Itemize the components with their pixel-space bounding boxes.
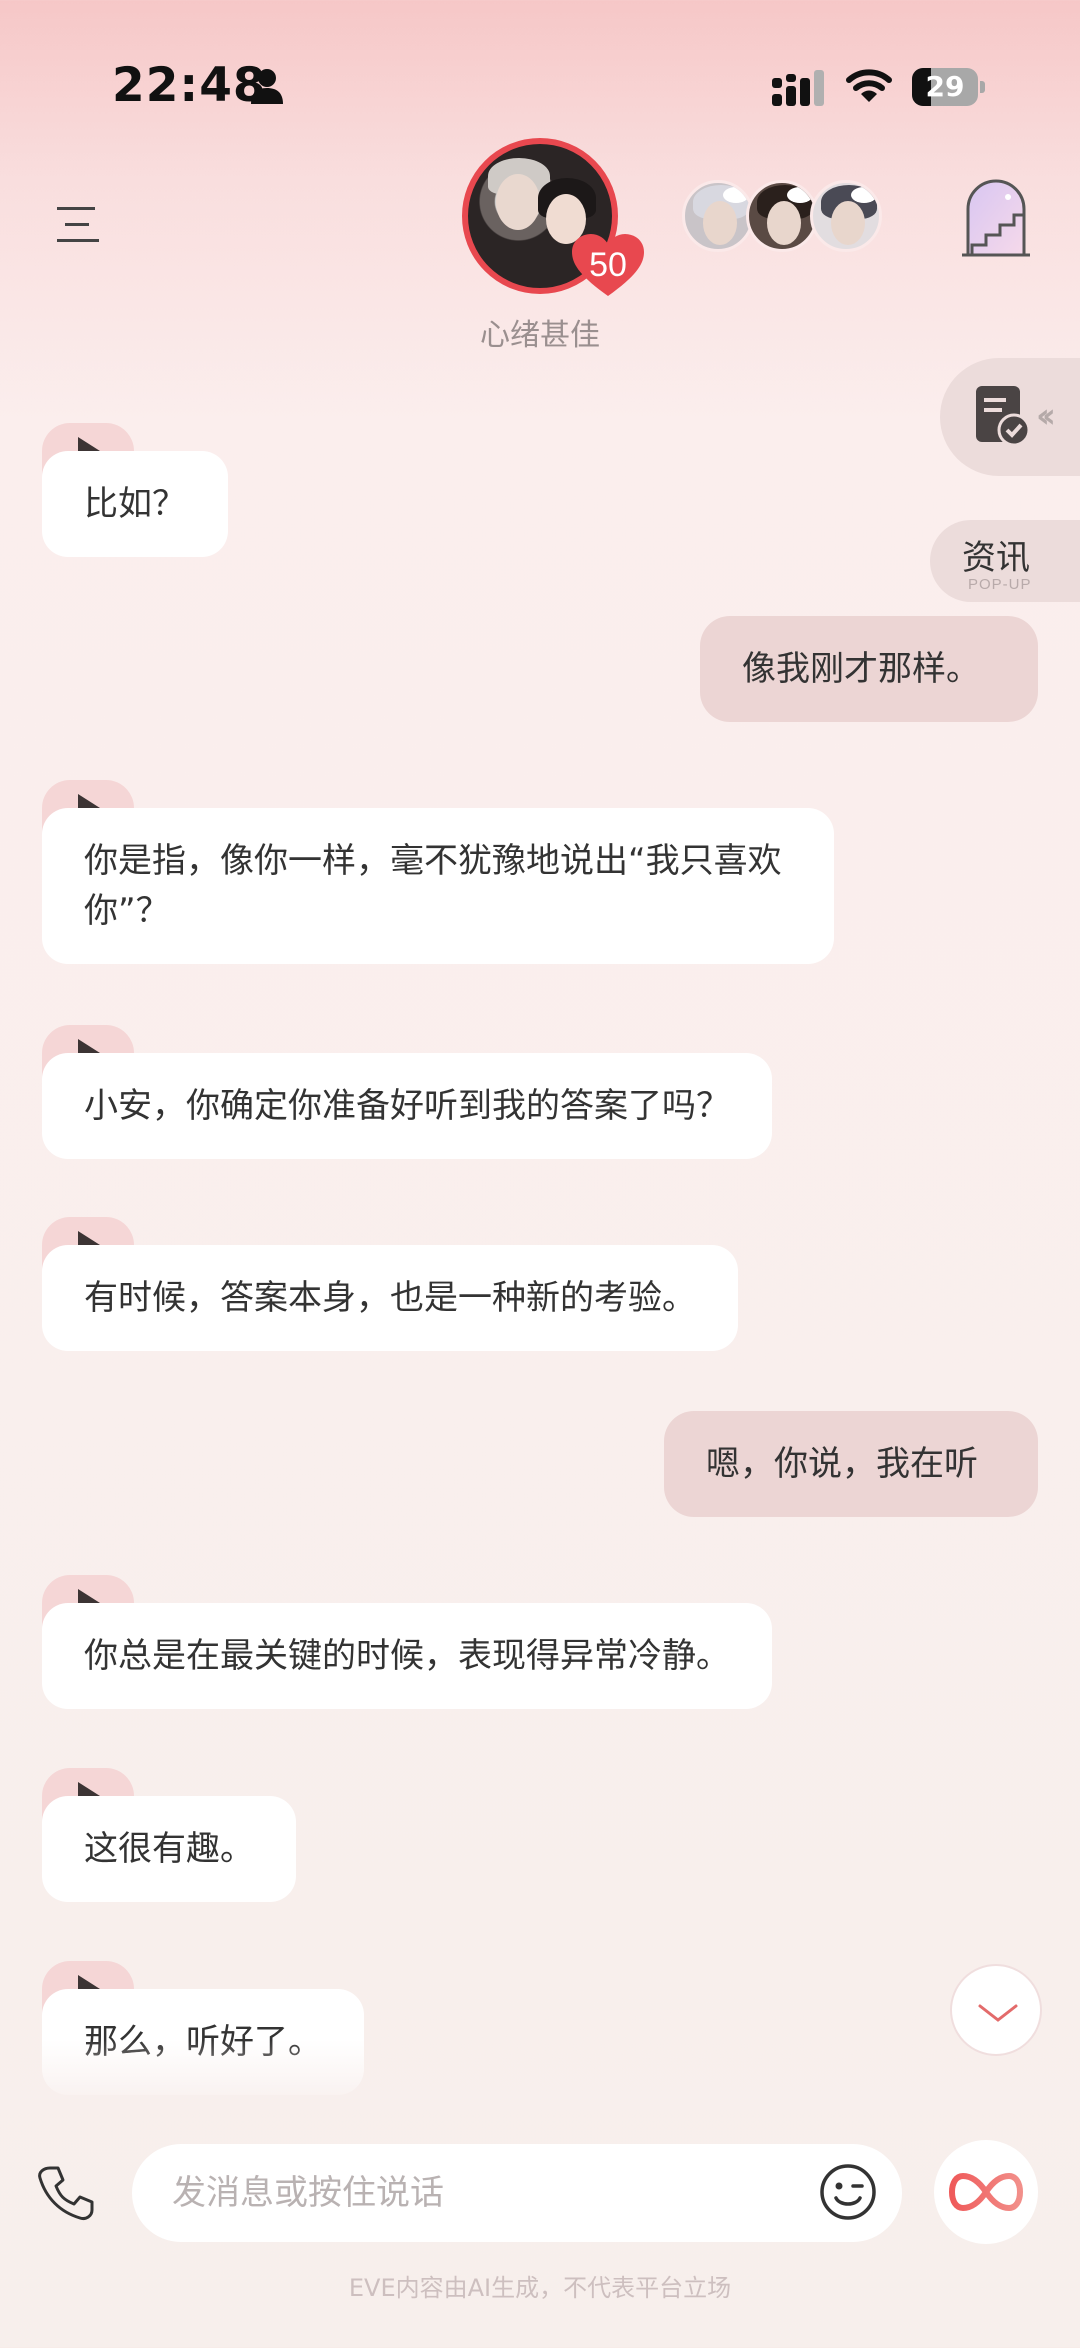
message-input[interactable] bbox=[172, 2168, 812, 2218]
phone-icon[interactable] bbox=[36, 2164, 94, 2222]
battery-level: 29 bbox=[925, 70, 965, 103]
mini-avatar[interactable] bbox=[810, 180, 882, 252]
message-bubble: 小安，你确定你准备好听到我的答案了吗？ bbox=[42, 1053, 772, 1159]
news-popup-button[interactable]: 资讯 POP-UP bbox=[930, 520, 1080, 602]
memo-side-button[interactable]: ‹‹ bbox=[940, 358, 1080, 476]
mini-avatar[interactable] bbox=[746, 180, 818, 252]
scroll-fade bbox=[0, 2040, 1080, 2110]
news-sub-label: POP-UP bbox=[968, 576, 1032, 593]
emoji-icon[interactable] bbox=[818, 2162, 878, 2222]
message-bubble: 有时候，答案本身，也是一种新的考验。 bbox=[42, 1245, 738, 1351]
user-message-bubble: 像我刚才那样。 bbox=[700, 616, 1038, 722]
message-bubble: 你是指，像你一样，毫不犹豫地说出“我只喜欢你”？ bbox=[42, 808, 834, 964]
status-time: 22:48 bbox=[112, 58, 267, 113]
scroll-to-bottom-button[interactable] bbox=[950, 1964, 1042, 2056]
affinity-count: 50 bbox=[589, 246, 627, 284]
message-input-box[interactable] bbox=[132, 2144, 902, 2242]
infinity-icon bbox=[948, 2172, 1024, 2212]
mini-avatar[interactable] bbox=[682, 180, 754, 252]
stairs-portal-icon[interactable] bbox=[960, 175, 1032, 257]
message-bubble: 这很有趣。 bbox=[42, 1796, 296, 1902]
news-label: 资讯 bbox=[962, 538, 1030, 578]
signal-icon bbox=[772, 70, 824, 106]
wifi-icon bbox=[846, 69, 892, 102]
person-icon bbox=[251, 69, 283, 104]
user-message-bubble: 嗯，你说，我在听 bbox=[664, 1411, 1038, 1517]
chevron-down-icon bbox=[978, 2004, 1018, 2022]
menu-icon[interactable] bbox=[55, 205, 101, 245]
message-bubble: 比如？ bbox=[42, 451, 228, 557]
mood-status: 心绪甚佳 bbox=[480, 318, 600, 353]
other-characters[interactable] bbox=[682, 180, 882, 256]
infinity-mode-button[interactable] bbox=[934, 2140, 1038, 2244]
message-bubble: 你总是在最关键的时候，表现得异常冷静。 bbox=[42, 1603, 772, 1709]
ai-disclaimer: EVE内容由AI生成，不代表平台立场 bbox=[348, 2274, 732, 2302]
document-check-icon bbox=[976, 386, 1031, 447]
battery-indicator: 29 bbox=[912, 68, 986, 106]
